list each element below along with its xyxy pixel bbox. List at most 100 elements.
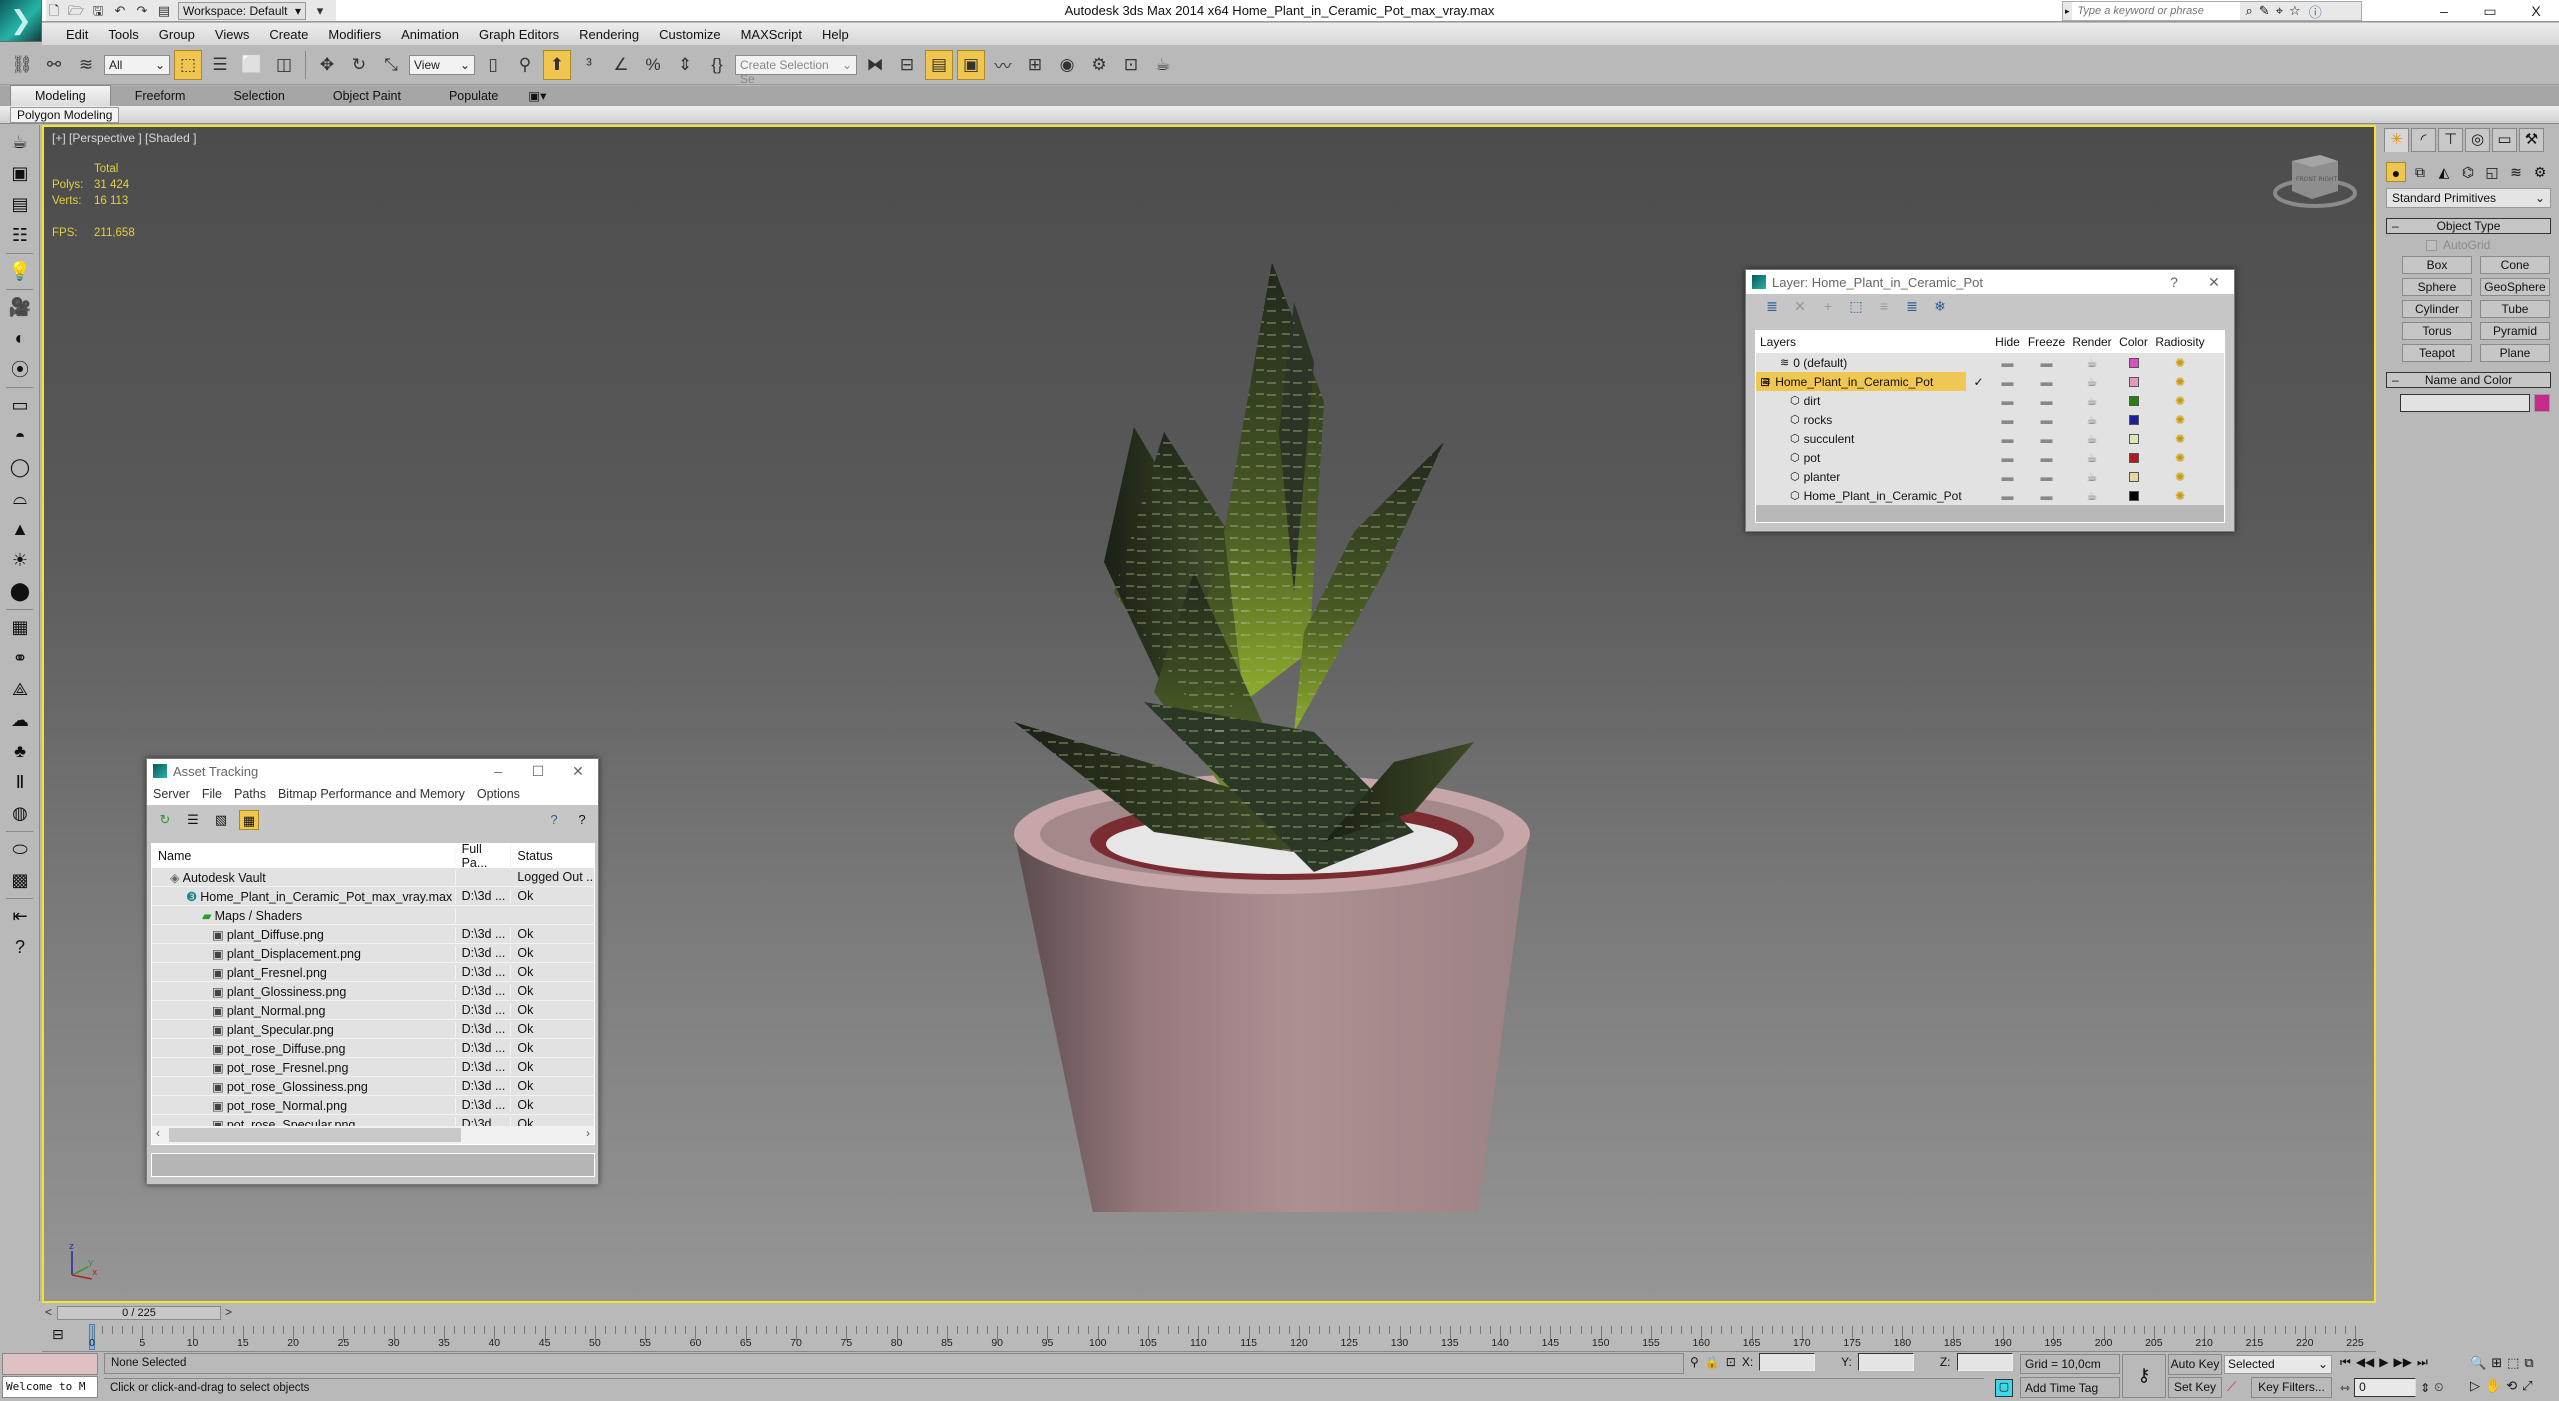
asset-row[interactable]: ◈ Autodesk Vault Logged Out ...: [152, 868, 594, 887]
teapot-button[interactable]: Teapot: [2402, 344, 2472, 362]
curve-editor-icon[interactable]: 〰: [989, 50, 1017, 80]
helpers-icon[interactable]: ◱: [2482, 162, 2502, 182]
y-coordinate-input[interactable]: [1857, 1353, 1914, 1371]
thumbnail-view-icon[interactable]: ▧: [211, 810, 231, 830]
auto-key-button[interactable]: Auto Key: [2168, 1354, 2222, 1375]
material-sphere-icon[interactable]: ⬭: [5, 836, 35, 862]
hide-toggle[interactable]: ▬: [1991, 432, 2024, 446]
layer-name-cell[interactable]: ⊟ ≋ Home_Plant_in_Ceramic_Pot: [1756, 372, 1966, 391]
percent-snap-icon[interactable]: %: [639, 50, 667, 80]
material-editor-icon[interactable]: ◉: [1053, 50, 1081, 80]
display-tab-icon[interactable]: ▭: [2492, 128, 2517, 152]
current-frame-input[interactable]: 0: [2354, 1378, 2417, 1397]
scrollbar-thumb[interactable]: [169, 1128, 461, 1142]
reference-coordinate-dropdown[interactable]: View ⌄: [409, 54, 475, 75]
go-to-start-icon[interactable]: ⏮: [2340, 1355, 2351, 1370]
menu-modifiers[interactable]: Modifiers: [318, 27, 391, 42]
rendered-frame-window-icon[interactable]: ⊡: [1117, 50, 1145, 80]
menu-bitmap-performance[interactable]: Bitmap Performance and Memory: [278, 787, 465, 801]
horizontal-scrollbar[interactable]: ‹ ›: [152, 1126, 594, 1144]
x-coordinate-input[interactable]: [1759, 1353, 1816, 1371]
asset-row[interactable]: ❸ Home_Plant_in_Ceramic_Pot_max_vray.max D…: [152, 887, 594, 906]
play-icon[interactable]: ▶: [2379, 1355, 2388, 1370]
redo-icon[interactable]: ↷: [134, 3, 150, 19]
autogrid-checkbox[interactable]: AutoGrid: [2426, 238, 2559, 252]
scene-explorer-icon[interactable]: ▣: [957, 49, 985, 80]
hide-toggle[interactable]: ▬: [1991, 356, 2024, 370]
metaball-icon[interactable]: ⚭: [5, 645, 35, 671]
layer-row[interactable]: ⬡ Home_Plant_in_Ceramic_Pot ▬ ▬ ☕ ✺: [1756, 486, 2224, 505]
spot-light-icon[interactable]: ▲: [5, 516, 35, 542]
tab-freeform[interactable]: Freeform: [111, 86, 210, 106]
viewcube[interactable]: FRONT RIGHT: [2272, 143, 2358, 213]
freeze-toggle[interactable]: ▬: [2024, 375, 2069, 389]
layer-color-swatch[interactable]: [2128, 471, 2139, 482]
rectangular-selection-icon[interactable]: ⬜: [238, 50, 266, 80]
table-view-icon[interactable]: ▦: [239, 810, 259, 830]
expand-search-icon[interactable]: ▸: [2063, 6, 2072, 17]
project-folder-icon[interactable]: ▤: [156, 3, 172, 19]
hair-icon[interactable]: Ⅱ: [5, 769, 35, 795]
object-color-swatch[interactable]: [2534, 394, 2550, 412]
freeze-toggle[interactable]: ▬: [2024, 470, 2069, 484]
name-and-color-rollout[interactable]: – Name and Color: [2386, 372, 2551, 388]
hide-toggle[interactable]: ▬: [1991, 375, 2024, 389]
layer-row[interactable]: ⬡ succulent ▬ ▬ ☕ ✺: [1756, 429, 2224, 448]
layer-color-swatch[interactable]: [2128, 433, 2139, 444]
lights-icon[interactable]: ◭: [2434, 162, 2454, 182]
render-setup-icon[interactable]: ⚙: [1085, 50, 1113, 80]
motion-tab-icon[interactable]: ◎: [2465, 128, 2490, 152]
geometry-type-dropdown[interactable]: Standard Primitives ⌄: [2386, 188, 2551, 208]
cylinder-button[interactable]: Cylinder: [2402, 300, 2472, 318]
select-by-name-icon[interactable]: ☰: [206, 50, 234, 80]
space-warps-icon[interactable]: ≋: [2506, 162, 2526, 182]
layer-color-swatch[interactable]: [2128, 395, 2139, 406]
menu-edit[interactable]: Edit: [56, 27, 98, 42]
render-teapot-icon[interactable]: ☕: [2069, 432, 2115, 446]
asset-row[interactable]: ▣ plant_Normal.png D:\3d ... Ok: [152, 1001, 594, 1020]
add-to-layer-icon[interactable]: +: [1818, 298, 1838, 314]
radiosity-icon[interactable]: ✺: [2152, 375, 2208, 389]
utilities-tab-icon[interactable]: ⚒: [2519, 128, 2544, 152]
displacement-icon[interactable]: ☁: [5, 707, 35, 733]
create-layer-icon[interactable]: ≣: [1762, 298, 1782, 315]
next-frame-icon[interactable]: >: [225, 1305, 232, 1319]
layer-color-cell[interactable]: [2115, 471, 2152, 482]
render-teapot-icon[interactable]: ☕: [2069, 451, 2115, 465]
hide-toggle[interactable]: ▬: [1991, 413, 2024, 427]
close-button[interactable]: ✕: [2194, 274, 2234, 291]
render-teapot-icon[interactable]: ☕: [2069, 375, 2115, 389]
viewport-label-menu[interactable]: [+] [Perspective ] [Shaded ]: [52, 131, 196, 145]
align-icon[interactable]: ⊟: [893, 50, 921, 80]
snaps-toggle-icon[interactable]: ³: [575, 50, 603, 80]
fur-icon[interactable]: ♣: [5, 738, 35, 764]
select-and-scale-icon[interactable]: ⤡: [377, 50, 405, 80]
layer-row[interactable]: ⬡ pot ▬ ▬ ☕ ✺: [1756, 448, 2224, 467]
column-color[interactable]: Color: [2115, 335, 2152, 349]
layer-name-cell[interactable]: ⬡ succulent: [1756, 429, 1966, 448]
maximize-button[interactable]: ▭: [2467, 0, 2513, 22]
render-teapot-icon[interactable]: ☕: [2069, 489, 2115, 503]
zoom-extents-all-icon[interactable]: ⧉: [2524, 1355, 2533, 1371]
go-to-end-icon[interactable]: ⏭: [2417, 1355, 2428, 1370]
plane-button[interactable]: Plane: [2480, 344, 2550, 362]
select-objects-in-layer-icon[interactable]: ⬚: [1846, 298, 1866, 315]
radiosity-icon[interactable]: ✺: [2152, 394, 2208, 408]
layer-color-swatch[interactable]: [2128, 357, 2139, 368]
menu-maxscript[interactable]: MAXScript: [731, 27, 812, 42]
hide-toggle[interactable]: ▬: [1991, 394, 2024, 408]
zoom-extents-icon[interactable]: ⬚: [2507, 1355, 2519, 1371]
tube-button[interactable]: Tube: [2480, 300, 2550, 318]
layer-row[interactable]: ≋ 0 (default) ▬ ▬ ☕ ✺: [1756, 353, 2224, 372]
menu-paths[interactable]: Paths: [234, 787, 266, 801]
freeze-toggle[interactable]: ▬: [2024, 413, 2069, 427]
light-lister-icon[interactable]: 💡: [5, 258, 35, 284]
subscription-icon[interactable]: ✎: [2259, 3, 2270, 19]
layer-name-cell[interactable]: ⬡ planter: [1756, 467, 1966, 486]
bind-to-space-warp-icon[interactable]: ≋: [72, 50, 100, 80]
render-teapot-icon[interactable]: ☕: [2069, 470, 2115, 484]
absolute-relative-toggle-icon[interactable]: ⊡: [1726, 1355, 1736, 1369]
key-filters-button[interactable]: Key Filters...: [2251, 1377, 2332, 1398]
hide-unhide-all-icon[interactable]: ≣: [1902, 298, 1922, 315]
render-setup-icon[interactable]: ▤: [5, 191, 35, 217]
